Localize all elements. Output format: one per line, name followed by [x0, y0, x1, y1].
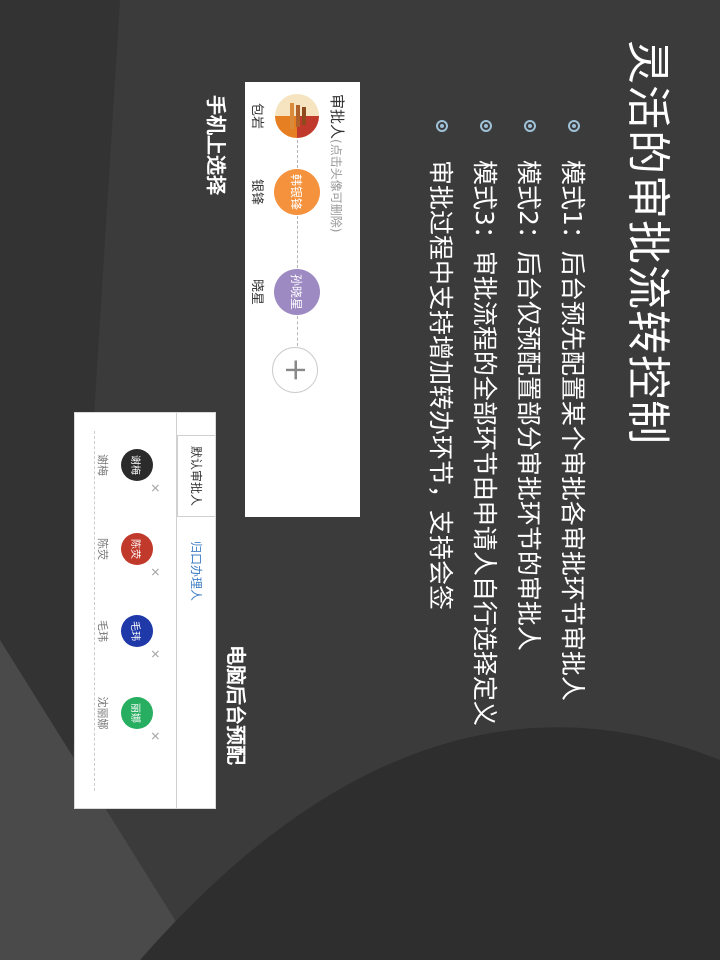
approver-item[interactable]: 包岩: [249, 86, 320, 146]
bullet-item-2: 模式2：后台仅预配置部分审批环节的审批人: [508, 120, 552, 726]
close-icon[interactable]: ✕: [148, 483, 162, 493]
person-avatar[interactable]: 丽娜: [121, 697, 153, 729]
approver-header: 审批人(点击头像可删除): [327, 94, 348, 232]
person-name: 陈荧: [96, 538, 109, 560]
approver-avatar[interactable]: 孙晓星: [274, 269, 320, 315]
person-item[interactable]: 毛玮 ✕ 毛玮: [95, 601, 162, 661]
tab-default-approver[interactable]: 默认审批人: [177, 435, 215, 518]
person-avatar[interactable]: 谢梅: [121, 449, 153, 481]
pie-chart-avatar-icon[interactable]: [274, 93, 320, 139]
person-item[interactable]: 陈荧 ✕ 陈荧: [95, 519, 162, 579]
person-item[interactable]: 谢梅 ✕ 谢梅: [95, 435, 162, 495]
close-icon[interactable]: ✕: [148, 649, 162, 659]
bullet-text: 审批过程中支持增加转办环节，支持会签: [426, 160, 455, 611]
approver-name: 银锋: [249, 178, 264, 205]
slide-title: 灵活的审批流转控制: [622, 40, 673, 445]
person-name: 谢梅: [96, 454, 109, 476]
bullet-dot-icon: [480, 120, 492, 132]
bullet-dot-icon: [568, 120, 580, 132]
bullet-text: 模式1：后台预先配置某个审批各审批环节审批人: [558, 160, 587, 701]
tab-divider: [176, 413, 177, 808]
approver-name: 包岩: [249, 102, 264, 129]
slide-stage: 灵活的审批流转控制 模式1：后台预先配置某个审批各审批环节审批人 模式2：后台仅…: [0, 0, 720, 960]
person-avatar[interactable]: 毛玮: [121, 615, 153, 647]
bullet-text: 模式2：后台仅预配置部分审批环节的审批人: [514, 160, 543, 651]
desktop-caption: 电脑后台预配: [224, 645, 248, 765]
bullet-text: 模式3：审批流程的全部环节由申请人自行选择定义: [470, 160, 499, 726]
connector-line: [297, 216, 298, 268]
approver-item[interactable]: 韩银锋 银锋: [249, 162, 320, 222]
approver-header-label: 审批人: [328, 94, 346, 140]
person-item[interactable]: 丽娜 ✕ 沈丽娜: [95, 683, 162, 743]
mobile-caption: 手机上选择: [204, 95, 228, 195]
bullet-item-4: 审批过程中支持增加转办环节，支持会签: [420, 120, 464, 726]
add-approver-button[interactable]: +: [272, 347, 318, 393]
approver-name: 晓星: [249, 278, 264, 305]
close-icon[interactable]: ✕: [148, 567, 162, 577]
tab-bar: 默认审批人 归口办理人: [176, 413, 215, 808]
approver-header-hint: (点击头像可删除): [329, 139, 343, 233]
person-avatar[interactable]: 陈荧: [121, 533, 153, 565]
person-name: 毛玮: [96, 620, 109, 642]
close-icon[interactable]: ✕: [148, 731, 162, 741]
approver-avatar[interactable]: 韩银锋: [274, 169, 320, 215]
bullet-list: 模式1：后台预先配置某个审批各审批环节审批人 模式2：后台仅预配置部分审批环节的…: [420, 120, 596, 726]
bullet-dot-icon: [524, 120, 536, 132]
tab-handler[interactable]: 归口办理人: [177, 531, 215, 611]
person-row-divider: [94, 431, 95, 791]
person-name: 沈丽娜: [96, 696, 109, 730]
approver-item[interactable]: 孙晓星 晓星: [249, 262, 320, 322]
desktop-config-card: 默认审批人 归口办理人 谢梅 ✕ 谢梅 陈荧 ✕ 陈荧 毛玮 ✕ 毛玮 丽娜 ✕…: [74, 412, 216, 809]
mobile-approver-card: 审批人(点击头像可删除) 包岩 韩银锋 银锋 孙晓星 晓星 +: [245, 82, 360, 517]
bullet-item-3: 模式3：审批流程的全部环节由申请人自行选择定义: [464, 120, 508, 726]
bullet-dot-icon: [436, 120, 448, 132]
bullet-item-1: 模式1：后台预先配置某个审批各审批环节审批人: [552, 120, 596, 726]
